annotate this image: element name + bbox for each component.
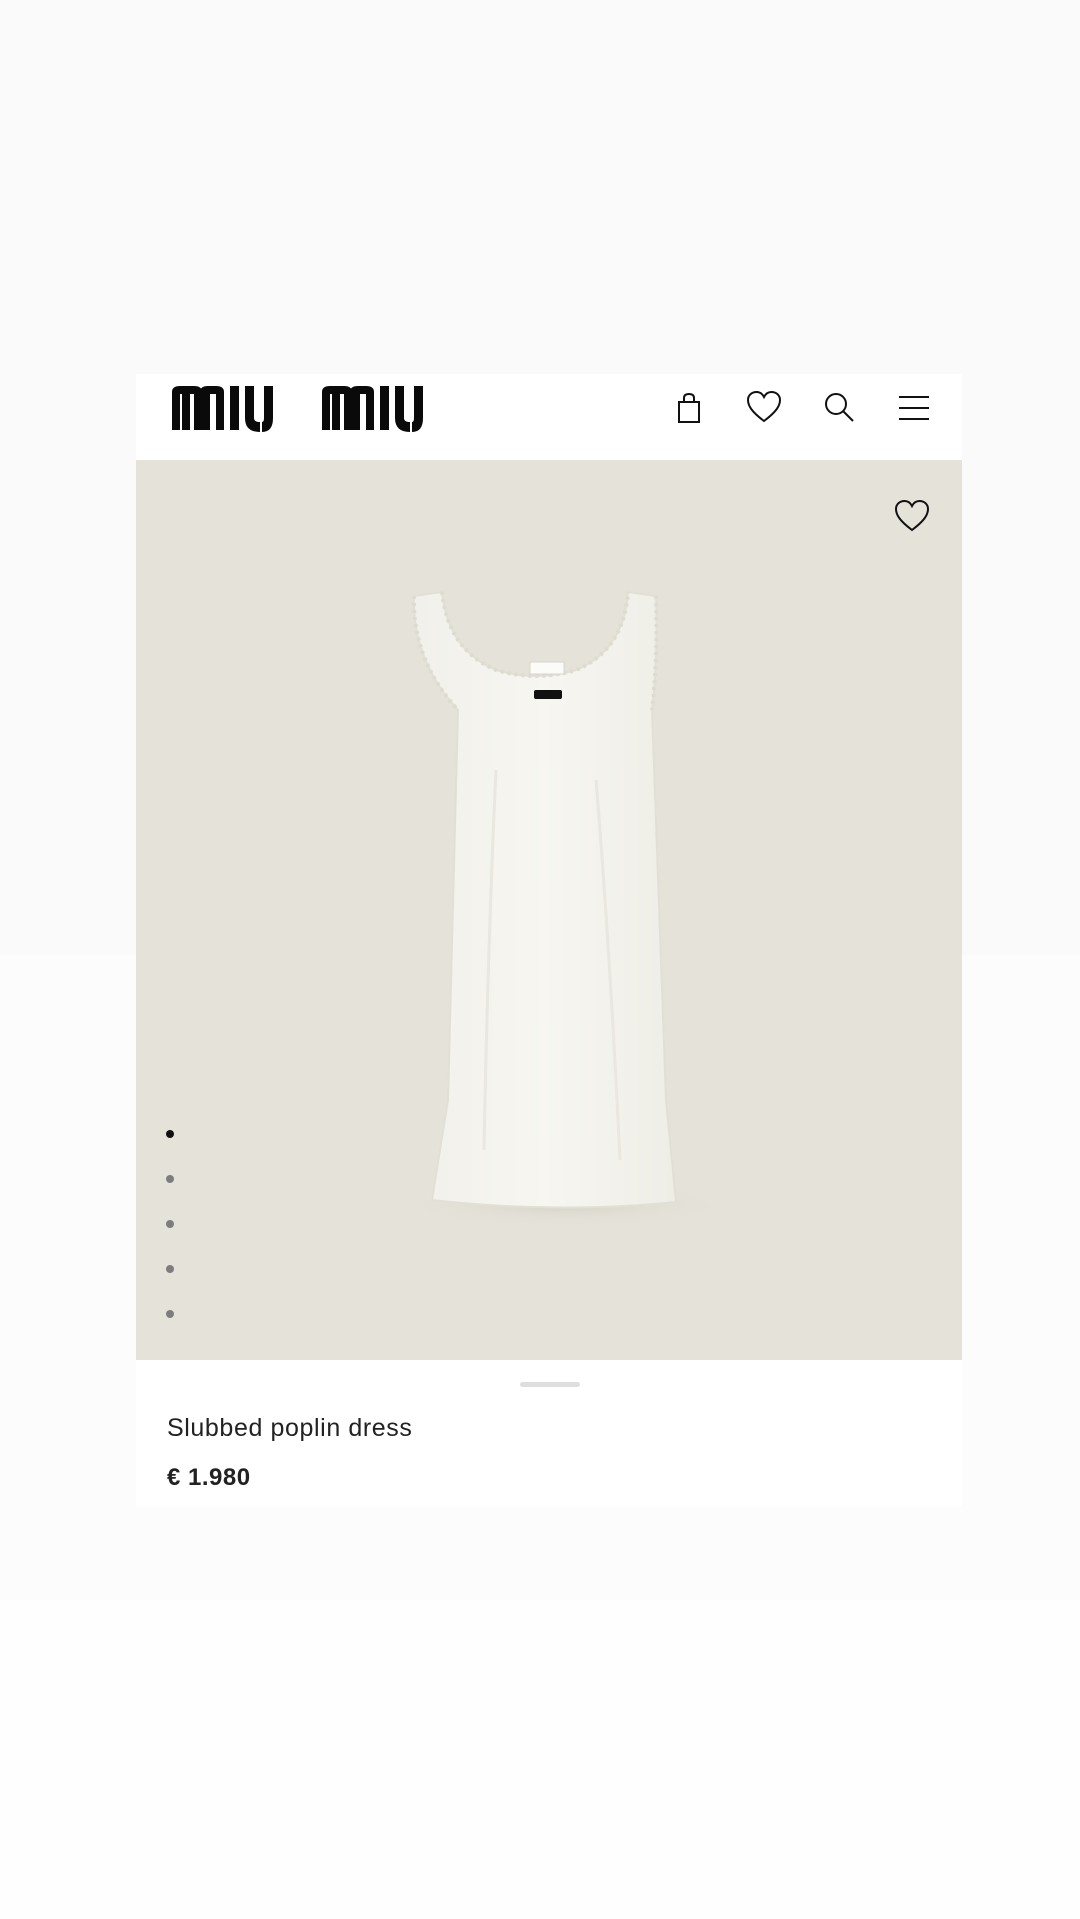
- gallery-dot[interactable]: [166, 1130, 174, 1138]
- add-to-wishlist-icon[interactable]: [892, 496, 932, 536]
- product-card: Slubbed poplin dress € 1.980: [136, 374, 962, 1506]
- menu-icon[interactable]: [894, 388, 934, 428]
- search-icon[interactable]: [819, 388, 859, 428]
- shopping-bag-icon[interactable]: [669, 388, 709, 428]
- gallery-dot[interactable]: [166, 1310, 174, 1318]
- dress-image: [396, 590, 736, 1227]
- page-background-bottom: [0, 1600, 1080, 1919]
- product-image[interactable]: [136, 460, 962, 1360]
- heart-icon[interactable]: [744, 388, 784, 428]
- gallery-dot[interactable]: [166, 1220, 174, 1228]
- miu-miu-logo[interactable]: [170, 384, 450, 434]
- product-price: € 1.980: [167, 1464, 251, 1491]
- site-header: [136, 374, 962, 460]
- drag-handle[interactable]: [520, 1382, 580, 1387]
- product-title[interactable]: Slubbed poplin dress: [167, 1414, 413, 1443]
- product-info: Slubbed poplin dress € 1.980: [136, 1360, 962, 1506]
- gallery-dot[interactable]: [166, 1175, 174, 1183]
- gallery-dot[interactable]: [166, 1265, 174, 1273]
- gallery-pagination: [166, 1130, 180, 1355]
